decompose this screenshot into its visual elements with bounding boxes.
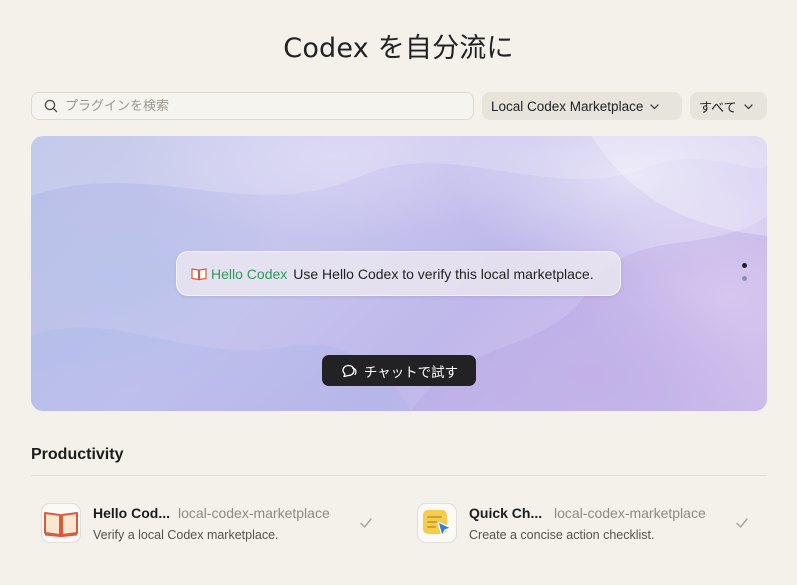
carousel-dot-1[interactable]: [742, 263, 747, 268]
plugin-description: Create a concise action checklist.: [469, 528, 655, 542]
plugin-source: local-codex-marketplace: [554, 505, 706, 521]
search-input[interactable]: [65, 98, 445, 114]
scope-select-label: すべて: [699, 100, 737, 116]
search-icon: [43, 98, 59, 114]
checklist-cursor-icon: [417, 503, 457, 543]
open-book-icon: [41, 503, 81, 543]
plugin-name: Hello Cod...: [93, 505, 170, 521]
section-divider: [31, 475, 767, 476]
carousel-dot-2[interactable]: [742, 276, 747, 281]
installed-check-icon: [735, 516, 749, 530]
try-in-chat-button[interactable]: チャットで試す: [322, 355, 476, 386]
open-book-icon: [191, 267, 207, 281]
chevron-down-icon: [649, 101, 660, 112]
chat-bubble-icon: [340, 363, 358, 379]
page-title: Codex を自分流に: [283, 33, 514, 64]
try-in-chat-label: チャットで試す: [363, 364, 459, 381]
installed-check-icon: [359, 516, 373, 530]
plugins-page: Codex を自分流に Local Codex Marketplace すべて: [0, 0, 797, 585]
carousel-indicator: [742, 263, 748, 289]
plugin-card-quick-checklist[interactable]: Quick Ch... local-codex-marketplace Crea…: [417, 503, 757, 547]
prompt-text: Use Hello Codex to verify this local mar…: [293, 265, 594, 282]
chevron-down-icon: [743, 101, 754, 112]
plugin-mention: Hello Codex: [211, 265, 288, 282]
section-title: Productivity: [31, 446, 124, 463]
plugin-name: Quick Ch...: [469, 505, 543, 521]
marketplace-select-label: Local Codex Marketplace: [491, 98, 644, 114]
example-prompt: Hello Codex Use Hello Codex to verify th…: [176, 251, 621, 296]
plugin-search-box[interactable]: [31, 92, 474, 120]
plugin-description: Verify a local Codex marketplace.: [93, 528, 279, 542]
scope-select[interactable]: すべて: [690, 92, 767, 120]
featured-plugin-banner: Hello Codex Use Hello Codex to verify th…: [31, 136, 767, 411]
plugin-card-hello-codex[interactable]: Hello Cod... local-codex-marketplace Ver…: [41, 503, 381, 547]
plugin-source: local-codex-marketplace: [178, 505, 330, 521]
marketplace-select[interactable]: Local Codex Marketplace: [482, 92, 682, 120]
